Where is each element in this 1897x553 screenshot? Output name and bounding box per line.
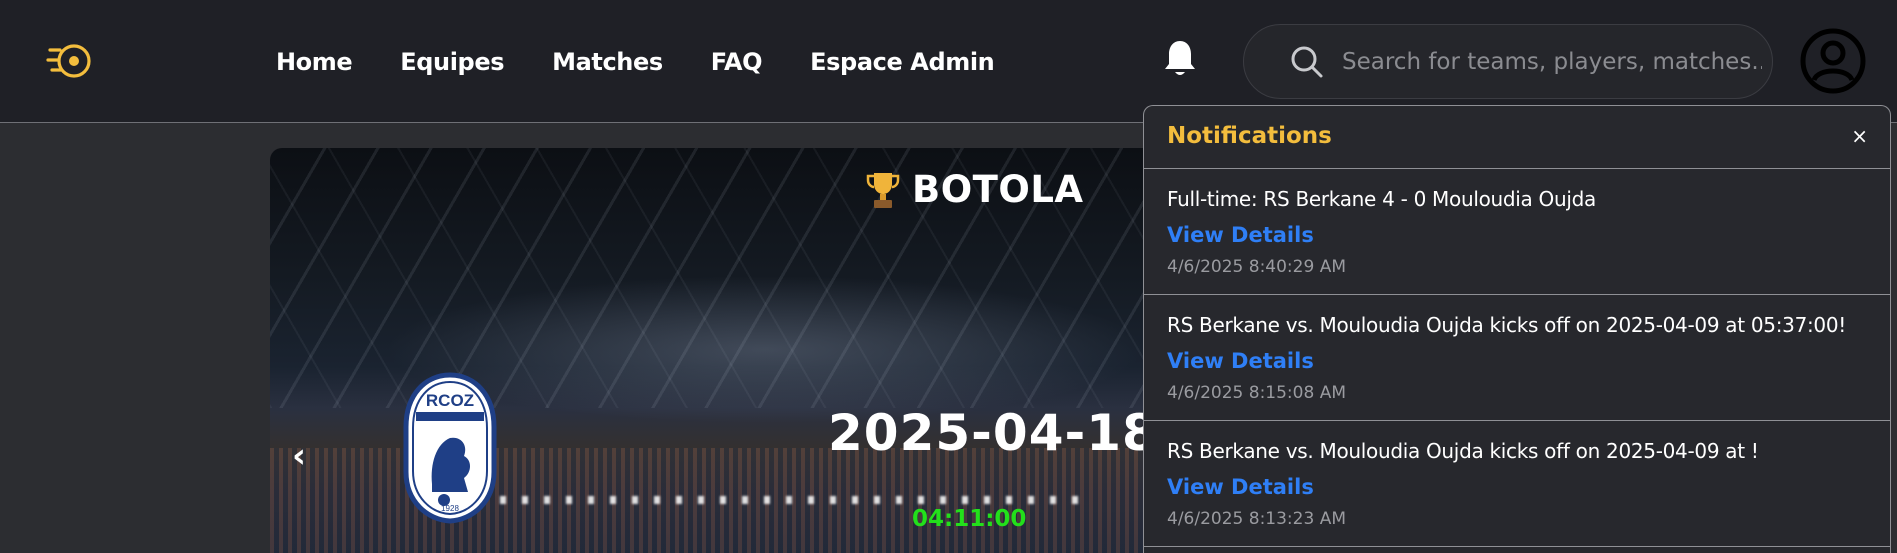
stadium-lights-image (500, 496, 1080, 504)
notification-item: RS Berkane vs. Mouloudia Oujda kicks off… (1144, 295, 1890, 421)
view-details-link[interactable]: View Details (1167, 349, 1314, 373)
search-icon[interactable] (1290, 45, 1324, 79)
crest-text: RCOZ (426, 391, 474, 410)
search-input[interactable] (1342, 48, 1762, 75)
nav-equipes[interactable]: Equipes (400, 44, 504, 80)
main-nav: Home Equipes Matches FAQ Espace Admin (276, 44, 995, 80)
notifications-title: Notifications (1167, 123, 1332, 149)
close-icon[interactable]: × (1851, 124, 1868, 148)
prev-slide-button[interactable]: ‹ (292, 436, 306, 476)
team-crest-logo: RCOZ 1928 (403, 372, 497, 524)
bell-icon[interactable] (1163, 38, 1197, 78)
notification-timestamp: 4/6/2025 8:40:29 AM (1167, 257, 1346, 277)
nav-home[interactable]: Home (276, 44, 353, 80)
crest-year: 1928 (441, 504, 459, 513)
search-bar (1243, 24, 1773, 99)
notification-message: Full-time: RS Berkane 4 - 0 Mouloudia Ou… (1167, 187, 1596, 211)
league-title: BOTOLA (866, 168, 1084, 211)
notification-item: Full-time: RS Berkane 4 - 0 Mouloudia Ou… (1144, 169, 1890, 295)
match-date: 2025-04-18 (828, 404, 1158, 462)
view-details-link[interactable]: View Details (1167, 223, 1314, 247)
view-details-link[interactable]: View Details (1167, 475, 1314, 499)
notification-item: RS Berkane vs. Mouloudia Oujda kicks off… (1144, 421, 1890, 547)
notifications-header: Notifications × (1144, 106, 1890, 169)
user-avatar-icon[interactable] (1800, 28, 1866, 94)
nav-matches[interactable]: Matches (552, 44, 663, 80)
notifications-panel: Notifications × Full-time: RS Berkane 4 … (1143, 105, 1891, 553)
league-name: BOTOLA (912, 168, 1084, 211)
notification-timestamp: 4/6/2025 8:15:08 AM (1167, 383, 1346, 403)
football-logo-icon[interactable] (46, 38, 96, 84)
notification-message: RS Berkane vs. Mouloudia Oujda kicks off… (1167, 313, 1847, 337)
nav-faq[interactable]: FAQ (711, 44, 763, 80)
match-time: 04:11:00 (912, 506, 1027, 532)
notification-timestamp: 4/6/2025 8:13:23 AM (1167, 509, 1346, 529)
trophy-icon (866, 172, 900, 208)
notification-message: RS Berkane vs. Mouloudia Oujda kicks off… (1167, 439, 1759, 463)
nav-espace-admin[interactable]: Espace Admin (810, 44, 995, 80)
